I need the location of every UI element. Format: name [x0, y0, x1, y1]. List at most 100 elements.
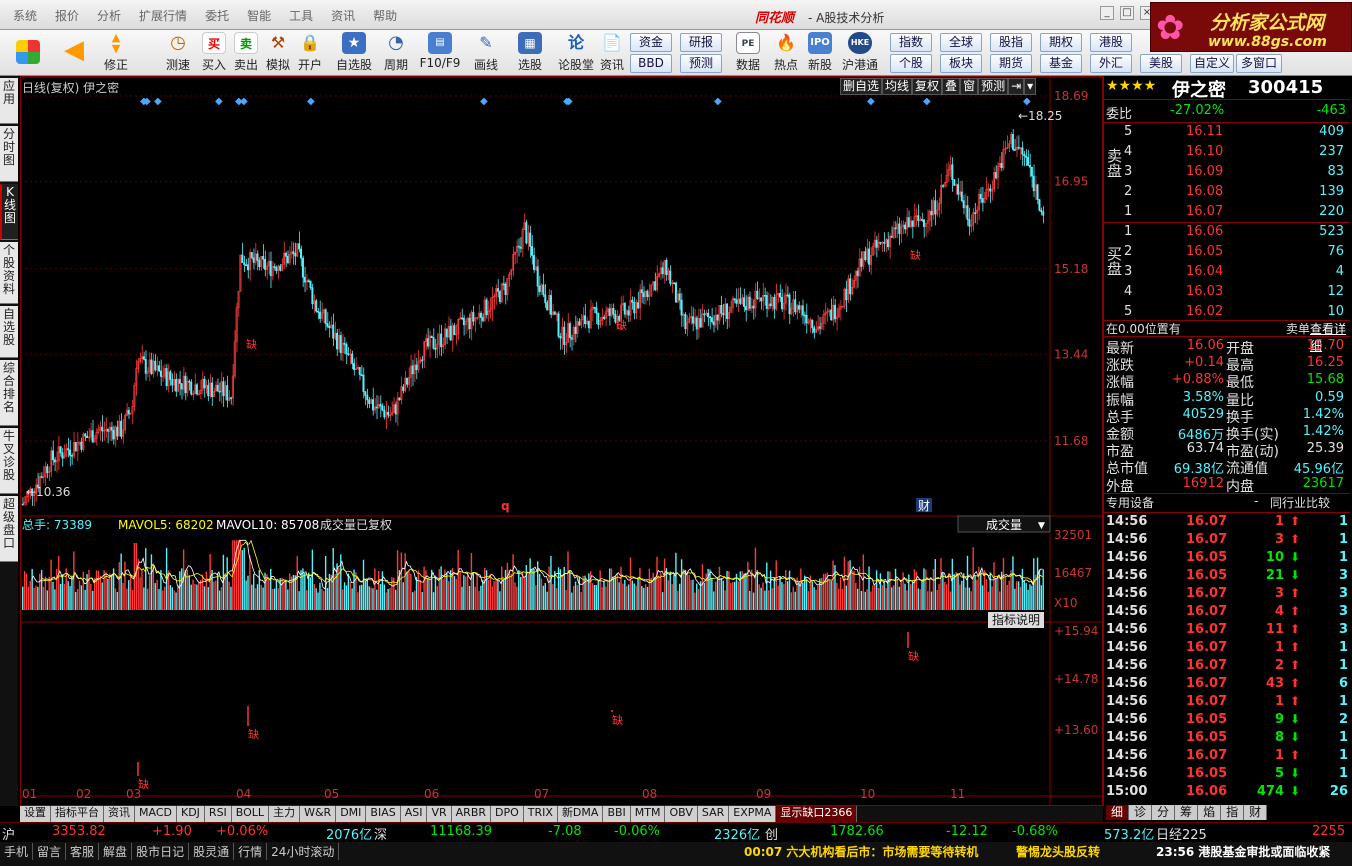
event-diamond-icon[interactable]: ◆ [307, 96, 315, 107]
detail-tab[interactable]: 财 [1244, 805, 1268, 820]
indicator-tab[interactable]: 显示缺口2366 [776, 806, 858, 822]
detail-tab[interactable]: 焰 [1198, 805, 1222, 820]
side-tab-diagnosis[interactable]: 牛叉诊股 [0, 428, 18, 494]
finance-marker[interactable]: 财 [918, 499, 930, 513]
f10-button[interactable]: ▤ F10/F9 [420, 32, 460, 74]
indicator-tab[interactable]: 指标平台 [51, 806, 104, 822]
draw-line-button[interactable]: ✎ 画线 [468, 32, 504, 74]
indicator-tab[interactable]: RSI [204, 806, 232, 822]
predict-button[interactable]: 预测 [978, 78, 1009, 95]
maximize-button[interactable]: □ [1120, 6, 1134, 20]
adjust-button[interactable]: 复权 [912, 78, 943, 95]
menu-analysis[interactable]: 分析 [88, 7, 130, 24]
event-diamond-icon[interactable]: ◆ [240, 96, 248, 107]
forecast-button[interactable]: 预测 [680, 54, 722, 73]
event-diamond-icon[interactable]: ◆ [565, 96, 573, 107]
event-diamond-icon[interactable]: ◆ [480, 96, 488, 107]
event-diamond-icon[interactable]: ◆ [215, 96, 223, 107]
stock-picker-button[interactable]: ▦ 选股 [512, 32, 548, 74]
footer-link[interactable]: 行情 [234, 843, 268, 860]
index-button[interactable]: 指数 [890, 33, 932, 52]
fund-market-button[interactable]: 基金 [1040, 54, 1082, 73]
indicator-tab[interactable]: EXPMA [729, 806, 777, 822]
indicator-tab[interactable]: SAR [697, 806, 730, 822]
indicator-tab[interactable]: 设置 [20, 806, 51, 822]
sell-price[interactable]: 16.08 [1186, 184, 1223, 199]
sector-button[interactable]: 板块 [940, 54, 982, 73]
detail-tab[interactable]: 指 [1221, 805, 1245, 820]
indicator-tab[interactable]: W&R [300, 806, 337, 822]
menu-system[interactable]: 系统 [4, 7, 46, 24]
dropdown-icon[interactable]: ▾ [1024, 78, 1037, 95]
event-diamond-icon[interactable]: ◆ [154, 96, 162, 107]
report-button[interactable]: 研报 [680, 33, 722, 52]
menu-smart[interactable]: 智能 [238, 7, 280, 24]
detail-tab[interactable]: 诊 [1129, 805, 1153, 820]
side-tab-intraday[interactable]: 分时图 [0, 126, 18, 182]
cy-index-value[interactable]: 1782.66 [830, 824, 884, 839]
hk-stock-button[interactable]: 港股 [1090, 33, 1132, 52]
windows-button[interactable] [10, 32, 46, 74]
open-account-button[interactable]: 🔒 开户 [292, 32, 328, 74]
stock-index-button[interactable]: 股指 [990, 33, 1032, 52]
sz-index-value[interactable]: 11168.39 [430, 824, 492, 839]
multi-window-button[interactable]: 多窗口 [1236, 54, 1282, 73]
footer-link[interactable]: 解盘 [99, 843, 133, 860]
ma-button[interactable]: 均线 [882, 78, 913, 95]
menu-tools[interactable]: 工具 [280, 7, 322, 24]
ipo-button[interactable]: IPO 新股 [802, 32, 838, 74]
indicator-tab[interactable]: 新DMA [557, 806, 604, 822]
correct-button[interactable]: ▲ ▼ 修正 [98, 32, 134, 74]
side-tab-kline[interactable]: K线图 [0, 184, 18, 240]
menu-ext-quote[interactable]: 扩展行情 [130, 7, 196, 24]
window-button[interactable]: 窗 [960, 78, 979, 95]
indicator-tab[interactable]: VR [427, 806, 452, 822]
news-ticker-3[interactable]: 23:56 港股基金审批或面临收紧 [1156, 843, 1352, 860]
buy-price[interactable]: 16.04 [1186, 264, 1223, 279]
side-tab-watchlist[interactable]: 自选股 [0, 306, 18, 358]
detail-tab[interactable]: 细 [1106, 805, 1130, 820]
indicator-tab[interactable]: TRIX [523, 806, 558, 822]
footer-link[interactable]: 留言 [33, 843, 67, 860]
detail-tab[interactable]: 分 [1152, 805, 1176, 820]
footer-link[interactable]: 客服 [66, 843, 100, 860]
news-ticker-2[interactable]: 警惕龙头股反转 [1016, 843, 1100, 860]
event-diamond-icon[interactable]: ◆ [143, 96, 151, 107]
single-stock-button[interactable]: 个股 [890, 54, 932, 73]
footer-link[interactable]: 股市日记 [132, 843, 190, 860]
global-button[interactable]: 全球 [940, 33, 982, 52]
event-diamond-icon[interactable]: ◆ [923, 96, 931, 107]
news-button[interactable]: 📄 资讯 [594, 32, 630, 74]
futures-button[interactable]: 期货 [990, 54, 1032, 73]
news-ticker-1[interactable]: 00:07 六大机构看后市：市场需要等待转机 [744, 843, 978, 860]
menu-news[interactable]: 资讯 [322, 7, 364, 24]
event-diamond-icon[interactable]: ◆ [867, 96, 875, 107]
back-button[interactable]: ◀ [56, 32, 92, 74]
indicator-tab[interactable]: MTM [630, 806, 666, 822]
hk-connect-button[interactable]: HKE 沪港通 [840, 32, 880, 74]
indicator-tab[interactable]: DPO [491, 806, 524, 822]
buy-price[interactable]: 16.03 [1186, 284, 1223, 299]
bbd-button[interactable]: BBD [630, 54, 672, 73]
remove-watch-button[interactable]: 删自选 [840, 78, 883, 95]
buy-price[interactable]: 16.02 [1186, 304, 1223, 319]
sell-price[interactable]: 16.09 [1186, 164, 1223, 179]
indicator-tab[interactable]: BBI [603, 806, 631, 822]
side-tab-apps[interactable]: 应用 [0, 78, 18, 124]
fund-button[interactable]: 资金 [630, 33, 672, 52]
indicator-tab[interactable]: KDJ [176, 806, 205, 822]
expand-icon[interactable]: ⇥ [1008, 78, 1025, 95]
buy-price[interactable]: 16.05 [1186, 244, 1223, 259]
data-button[interactable]: PE 数据 [730, 32, 766, 74]
indicator-tab[interactable]: DMI [336, 806, 367, 822]
sh-index-value[interactable]: 3353.82 [52, 824, 106, 839]
indicator-tab[interactable]: 主力 [269, 806, 301, 822]
indicator-tab[interactable]: ARBR [451, 806, 492, 822]
event-diamond-icon[interactable]: ◆ [714, 96, 722, 107]
indicator-tab[interactable]: BOLL [231, 806, 270, 822]
indicator-tab[interactable]: ASI [400, 806, 428, 822]
menu-quote[interactable]: 报价 [46, 7, 88, 24]
minimize-button[interactable]: _ [1100, 6, 1114, 20]
overlay-button[interactable]: 叠 [942, 78, 961, 95]
side-tab-super-book[interactable]: 超级盘口 [0, 496, 18, 562]
